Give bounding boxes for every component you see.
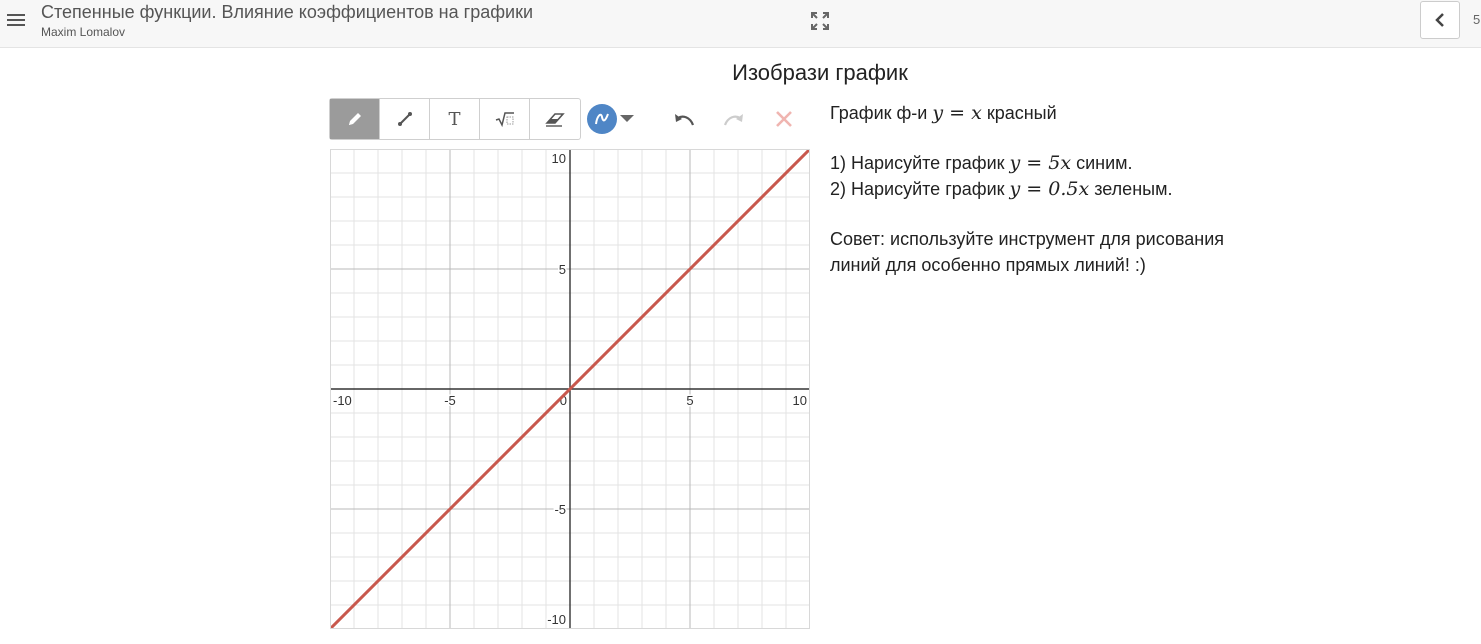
text-tool-button[interactable]: T	[430, 99, 480, 139]
scribble-icon	[595, 113, 609, 125]
instruction-text: 1) Нарисуйте график	[830, 153, 1005, 173]
instruction-text: 2) Нарисуйте график	[830, 179, 1005, 199]
current-color-swatch[interactable]	[587, 104, 617, 134]
formula: y = 0.5x	[1009, 178, 1090, 200]
text-tool-icon: T	[448, 108, 461, 130]
instruction-text: График ф-и	[830, 103, 928, 123]
pencil-tool-button[interactable]	[330, 99, 380, 139]
previous-page-button[interactable]	[1420, 1, 1460, 39]
close-icon	[776, 111, 792, 127]
line-tool-button[interactable]	[380, 99, 430, 139]
drawing-toolbar: T	[329, 98, 581, 140]
pencil-icon	[348, 113, 361, 125]
tip-text: Совет: используйте инструмент для рисова…	[830, 229, 1225, 275]
redo-icon	[723, 114, 743, 126]
instruction-text: синим.	[1076, 153, 1133, 173]
x-tick-label: -5	[444, 393, 456, 408]
y-tick-label: 5	[559, 262, 566, 277]
instruction-text: зеленым.	[1094, 179, 1173, 199]
x-tick-label: 5	[686, 393, 693, 408]
fullscreen-icon[interactable]	[809, 10, 831, 32]
chevron-down-icon[interactable]	[620, 115, 634, 122]
given-function-line: График ф-и y = x красный	[830, 100, 1270, 126]
undo-icon	[675, 114, 695, 126]
x-tick-label: -10	[333, 393, 352, 408]
clear-button[interactable]	[771, 106, 797, 132]
step-2: 2) Нарисуйте график y = 0.5x зеленым.	[830, 176, 1270, 202]
line-icon	[397, 112, 412, 126]
sqrt-icon	[495, 112, 514, 128]
page-number: 5	[1473, 12, 1481, 27]
redo-button[interactable]	[721, 106, 747, 132]
eraser-tool-button[interactable]	[530, 99, 580, 139]
graph-canvas[interactable]: -10 -5 0 5 10105-5-10	[330, 149, 810, 629]
color-picker[interactable]	[587, 104, 635, 134]
instruction-text: красный	[986, 103, 1057, 123]
lesson-title: Степенные функции. Влияние коэффициентов…	[41, 2, 534, 22]
task-heading: Изобрази график	[732, 60, 908, 85]
y-tick-label: -5	[554, 502, 566, 517]
undo-button[interactable]	[671, 106, 697, 132]
formula: y = 5x	[1009, 152, 1072, 174]
top-bar: Степенные функции. Влияние коэффициентов…	[0, 0, 1481, 48]
eraser-icon	[545, 113, 565, 127]
x-tick-label: 10	[793, 393, 807, 408]
chevron-left-icon	[1435, 13, 1444, 27]
y-tick-label: 10	[552, 151, 566, 166]
y-tick-label: -10	[547, 612, 566, 627]
hamburger-menu-icon[interactable]	[6, 11, 26, 29]
formula: y = x	[932, 102, 982, 124]
author-name: Maxim Lomalov	[41, 25, 126, 39]
step-1: 1) Нарисуйте график y = 5x синим.	[830, 150, 1270, 176]
instructions-panel: График ф-и y = x красный 1) Нарисуйте гр…	[830, 100, 1270, 278]
math-tool-button[interactable]	[480, 99, 530, 139]
